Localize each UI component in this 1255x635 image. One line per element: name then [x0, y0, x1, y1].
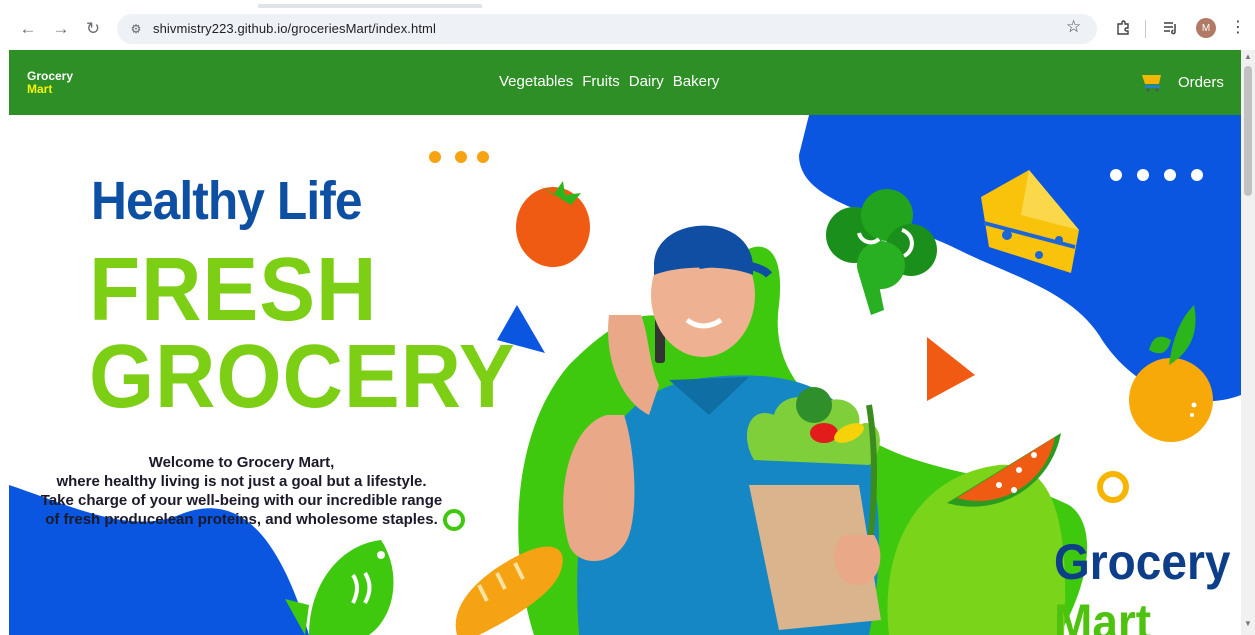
scrollbar-thumb[interactable] [1244, 66, 1252, 196]
nav-link-dairy[interactable]: Dairy [629, 73, 664, 90]
fish-icon [285, 540, 394, 635]
back-icon[interactable]: ← [17, 17, 39, 39]
welcome-line-1: Welcome to Grocery Mart, [148, 454, 335, 471]
nav-link-bakery[interactable]: Bakery [673, 73, 720, 90]
logo-line-2: Mart [27, 82, 53, 96]
kebab-menu-icon[interactable]: ⋮ [1230, 17, 1246, 37]
site-navbar: Grocery Mart Vegetables Fruits Dairy Bak… [9, 50, 1241, 115]
site-logo[interactable]: Grocery Mart [27, 70, 73, 96]
cart-icon[interactable] [1141, 72, 1163, 92]
url-text[interactable]: shivmistry223.github.io/groceriesMart/in… [153, 21, 436, 36]
active-tab-edge[interactable] [258, 4, 482, 8]
page-viewport: Grocery Mart Vegetables Fruits Dairy Bak… [9, 50, 1241, 635]
extensions-icon[interactable] [1112, 17, 1134, 39]
scroll-up-arrow-icon[interactable]: ▲ [1244, 53, 1252, 61]
orange-dots-icon [429, 151, 489, 163]
profile-avatar[interactable]: M [1196, 18, 1216, 38]
hero-headline-healthy-life: Healthy Life [91, 171, 362, 231]
hero-brand-mart: Mart [1054, 594, 1152, 635]
bookmark-star-icon[interactable]: ☆ [1066, 17, 1081, 37]
welcome-line-3: Take charge of your well-being with our … [40, 492, 443, 509]
hero-headline-grocery: GROCERY [89, 327, 516, 427]
welcome-paragraph: Welcome to Grocery Mart, where healthy l… [19, 453, 464, 529]
hero-headline-fresh: FRESH [89, 240, 378, 340]
tomato-icon [516, 181, 590, 267]
site-info-icon[interactable]: ⚙ [127, 20, 145, 38]
hero-brand-grocery: Grocery [1054, 534, 1231, 590]
yellow-ring-icon [1097, 471, 1129, 503]
orders-link[interactable]: Orders [1178, 74, 1224, 91]
forward-icon[interactable]: → [50, 17, 72, 39]
nav-link-fruits[interactable]: Fruits [582, 73, 620, 90]
hero-banner: Healthy Life FRESH GROCERY Welcome to Gr… [9, 115, 1241, 635]
orange-triangle-icon [927, 337, 975, 401]
category-nav: Vegetables Fruits Dairy Bakery [499, 73, 719, 90]
welcome-line-2: where healthy living is not just a goal … [56, 473, 427, 490]
nav-link-vegetables[interactable]: Vegetables [499, 73, 573, 90]
scroll-down-arrow-icon[interactable]: ▼ [1244, 620, 1252, 628]
reload-icon[interactable]: ↻ [82, 17, 104, 39]
welcome-line-4: of fresh producelean proteins, and whole… [45, 511, 438, 528]
toolbar-divider [1145, 20, 1146, 38]
media-controls-icon[interactable] [1160, 17, 1182, 39]
tab-strip [0, 0, 1255, 8]
